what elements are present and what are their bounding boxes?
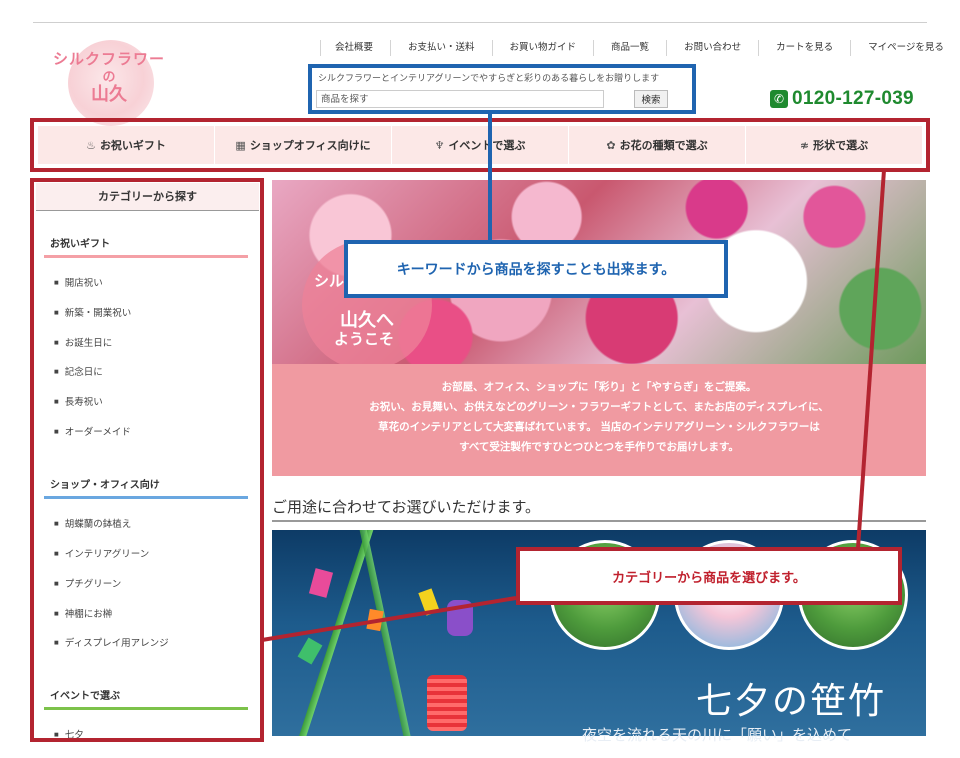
callout-connector-lines: [261, 114, 886, 642]
search-callout: キーワードから商品を探すことも出来ます。: [344, 240, 728, 298]
category-callout-line-left: [261, 596, 517, 642]
category-callout-line-top: [856, 169, 886, 549]
category-callout: カテゴリーから商品を選びます。: [516, 547, 902, 605]
